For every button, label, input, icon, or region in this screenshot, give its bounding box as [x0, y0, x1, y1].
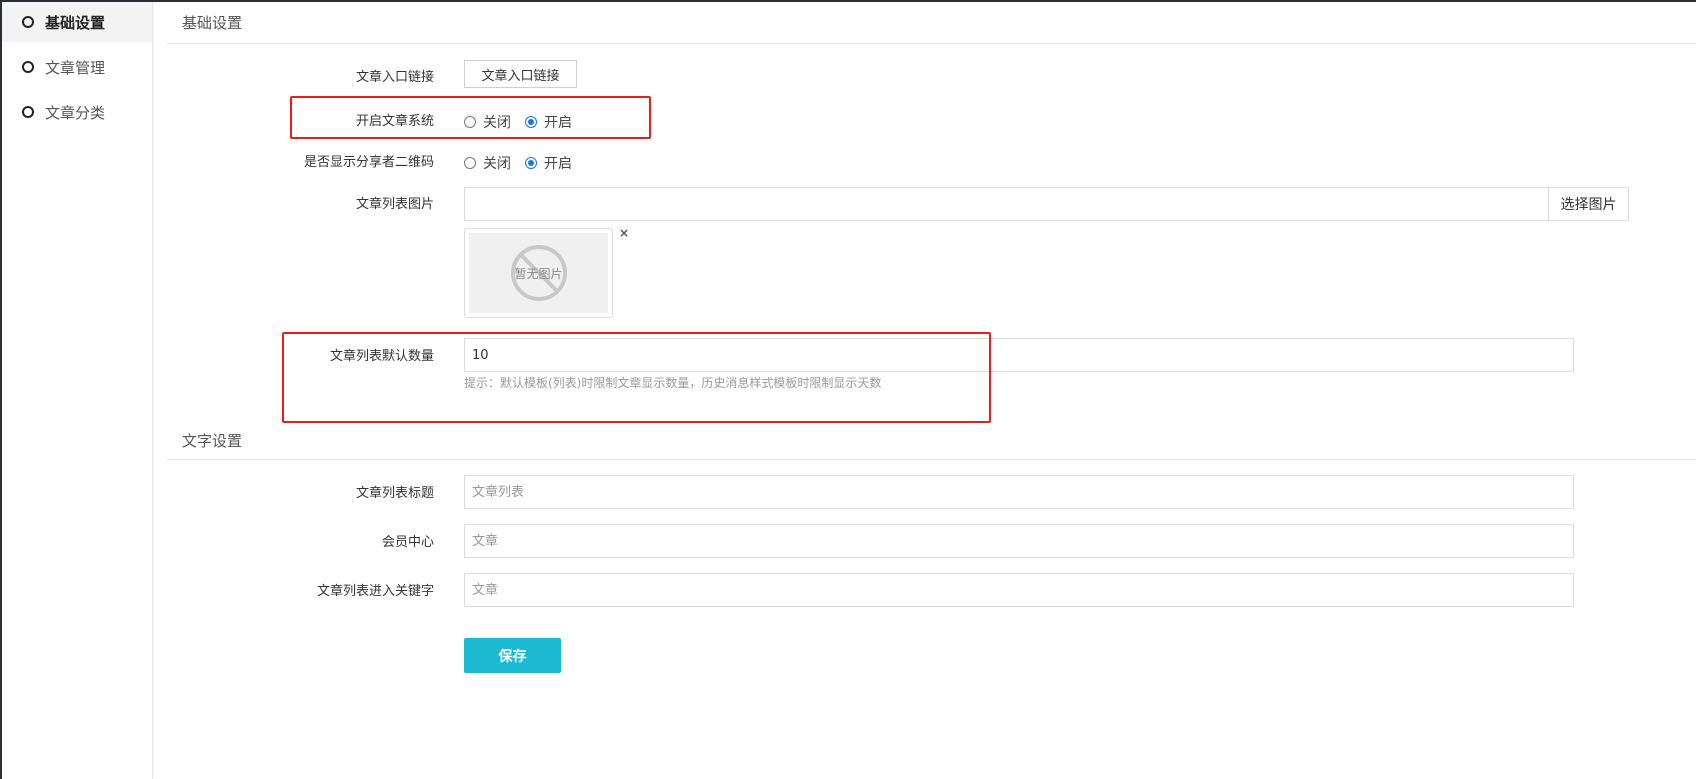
no-image-text: 暂无图片 [514, 266, 563, 281]
section-divider [167, 43, 1696, 44]
save-button[interactable]: 保存 [464, 638, 561, 673]
sidebar-item-article-category[interactable]: 文章分类 [2, 92, 152, 132]
highlight-box-enable [290, 96, 651, 139]
image-preview: 暂无图片 [464, 228, 613, 318]
radio-label-off: 关闭 [483, 156, 511, 172]
entry-keyword-input[interactable] [464, 573, 1574, 607]
entry-link-button[interactable]: 文章入口链接 [464, 60, 577, 88]
circle-icon [22, 61, 34, 73]
circle-icon [22, 16, 34, 28]
section-divider [167, 459, 1696, 460]
sidebar-item-article-management[interactable]: 文章管理 [2, 47, 152, 87]
select-image-button[interactable]: 选择图片 [1548, 187, 1629, 221]
show-qr-radio-group: 关闭 开启 [464, 153, 586, 173]
entry-link-label: 文章入口链接 [355, 70, 434, 85]
section-title-basic: 基础设置 [182, 14, 243, 32]
remove-image-icon[interactable]: × [619, 226, 629, 240]
entry-keyword-label: 文章列表进入关键字 [316, 584, 434, 599]
show-qr-on-radio[interactable] [525, 157, 537, 169]
list-title-label: 文章列表标题 [355, 486, 434, 501]
highlight-box-count [282, 332, 991, 423]
member-center-label: 会员中心 [381, 535, 434, 550]
sidebar: 基础设置 文章管理 文章分类 [2, 2, 153, 779]
sidebar-item-label: 文章分类 [45, 103, 106, 122]
image-placeholder: 暂无图片 [469, 233, 608, 313]
radio-label-on: 开启 [544, 156, 572, 172]
sidebar-item-label: 基础设置 [45, 13, 106, 32]
show-qr-off-radio[interactable] [464, 157, 476, 169]
circle-icon [22, 106, 34, 118]
section-title-text: 文字设置 [182, 432, 243, 450]
sidebar-item-label: 文章管理 [45, 58, 106, 77]
member-center-input[interactable] [464, 524, 1574, 558]
show-qr-label: 是否显示分享者二维码 [303, 155, 434, 170]
sidebar-item-basic-settings[interactable]: 基础设置 [2, 2, 152, 42]
list-title-input[interactable] [464, 475, 1574, 509]
list-image-label: 文章列表图片 [355, 197, 434, 212]
list-image-input[interactable] [464, 187, 1549, 221]
